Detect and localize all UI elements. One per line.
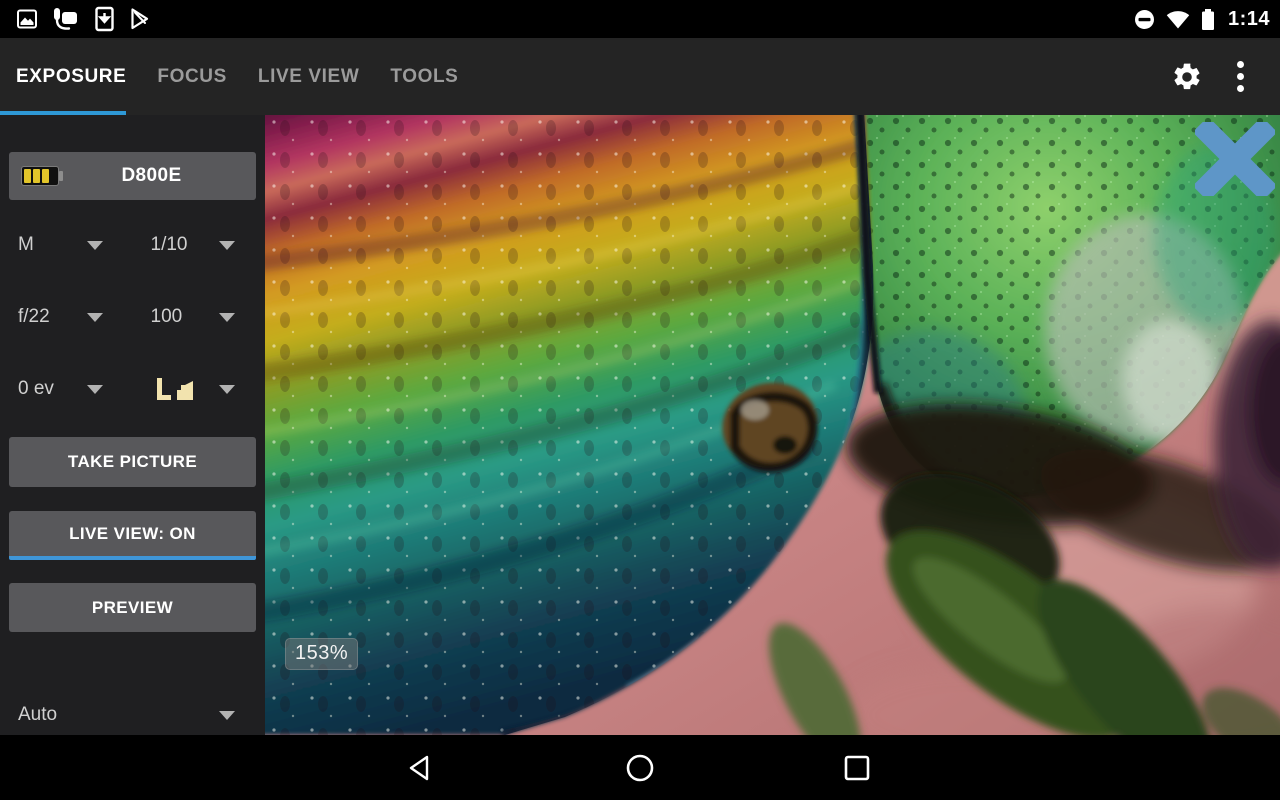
status-bar-notifications: [16, 6, 153, 32]
home-icon[interactable]: [625, 753, 655, 783]
chevron-down-icon: [219, 710, 235, 720]
back-icon[interactable]: [406, 753, 432, 783]
tab-live-view[interactable]: LIVE VIEW: [258, 66, 359, 88]
spinner-aperture[interactable]: f/22: [0, 299, 133, 335]
camera-name: D800E: [121, 165, 182, 186]
wifi-icon: [1166, 10, 1190, 28]
chevron-down-icon: [219, 240, 235, 250]
toolbar-actions: [1171, 38, 1280, 115]
chevron-down-icon: [219, 384, 235, 394]
live-view-toggle-button[interactable]: LIVE VIEW: ON: [9, 511, 256, 560]
take-picture-button[interactable]: TAKE PICTURE: [9, 437, 256, 487]
chevron-down-icon: [219, 312, 235, 322]
usb-otg-icon: [54, 8, 77, 30]
spinner-exposure-mode[interactable]: M: [0, 227, 133, 263]
tab-bar: EXPOSURE FOCUS LIVE VIEW TOOLS: [0, 66, 458, 88]
recents-icon[interactable]: [842, 753, 872, 783]
settings-gear-icon[interactable]: [1171, 61, 1203, 93]
clock: 1:14: [1227, 7, 1270, 30]
overflow-menu-icon[interactable]: [1231, 57, 1250, 96]
live-view-image[interactable]: 153%: [265, 115, 1280, 735]
gallery-icon: [17, 9, 37, 29]
spinner-exposure-compensation[interactable]: 0 ev: [0, 371, 133, 407]
android-nav-bar: [0, 735, 1280, 800]
zoom-level-badge: 153%: [285, 638, 359, 670]
exposure-mode-value: M: [18, 234, 34, 255]
spinner-shutter-speed[interactable]: 1/10: [133, 227, 266, 263]
sidebar-bottom-spinner[interactable]: Auto: [0, 697, 265, 733]
app-toolbar: EXPOSURE FOCUS LIVE VIEW TOOLS: [0, 38, 1280, 115]
spinner-iso[interactable]: 100: [133, 299, 266, 335]
close-x-icon[interactable]: [1195, 122, 1275, 196]
download-icon: [95, 6, 114, 32]
play-store-icon: [131, 8, 149, 30]
tab-tools[interactable]: TOOLS: [390, 66, 458, 88]
main-content: D800E M 1/10 f/22 100 0 ev TAKE PICTURE …: [0, 115, 1280, 735]
bottom-spinner-value: Auto: [18, 704, 58, 725]
spinner-image-quality[interactable]: [133, 371, 266, 407]
tab-focus[interactable]: FOCUS: [157, 66, 227, 88]
app-screen: 1:14 EXPOSURE FOCUS LIVE VIEW TOOLS D800…: [0, 0, 1280, 800]
exposure-compensation-value: 0 ev: [18, 378, 54, 399]
battery-icon: [1201, 8, 1214, 30]
tab-exposure[interactable]: EXPOSURE: [16, 66, 126, 88]
shutter-speed-value: 1/10: [150, 234, 188, 255]
beetle-macro-photo: [265, 115, 1280, 735]
chevron-down-icon: [86, 312, 103, 322]
preview-button[interactable]: PREVIEW: [9, 583, 256, 632]
chevron-down-icon: [86, 240, 103, 250]
chevron-down-icon: [86, 384, 103, 394]
exposure-panel: D800E M 1/10 f/22 100 0 ev TAKE PICTURE …: [0, 115, 265, 735]
status-bar: 1:14: [0, 0, 1280, 38]
do-not-disturb-icon: [1134, 9, 1154, 29]
jpeg-large-quality-icon: [156, 378, 193, 400]
camera-battery-level-icon: [21, 166, 63, 186]
camera-select-button[interactable]: D800E: [9, 152, 256, 200]
status-bar-system: 1:14: [1133, 7, 1270, 32]
aperture-value: f/22: [18, 306, 50, 327]
iso-value: 100: [150, 306, 183, 327]
